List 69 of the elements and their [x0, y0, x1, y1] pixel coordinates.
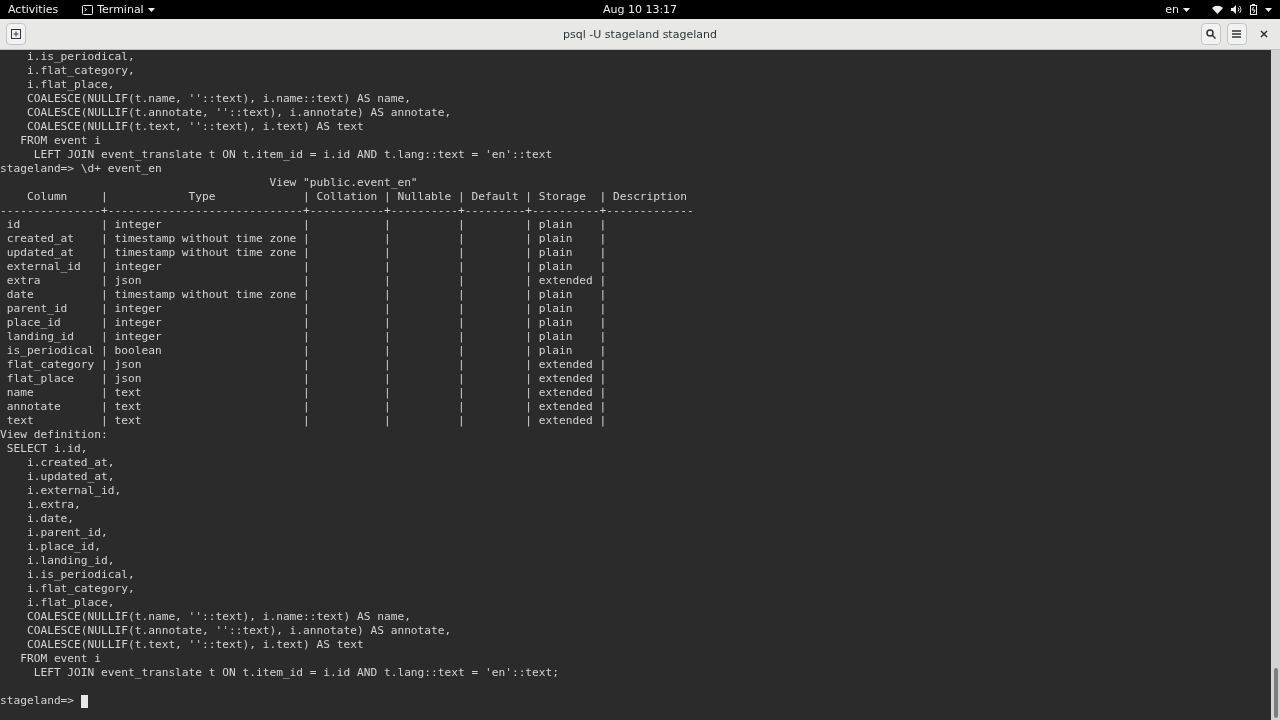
terminal-line: View "public.event_en"	[268, 176, 418, 190]
terminal-app-menu[interactable]: Terminal	[82, 3, 155, 16]
terminal-line: i.is_periodical,	[25, 568, 135, 582]
terminal-line: SELECT i.id,	[5, 442, 88, 456]
terminal-line: i.external_id,	[25, 484, 122, 498]
terminal-line: id | integer | | | | plain |	[5, 218, 607, 232]
terminal-line: flat_place | json | | | | extended |	[5, 372, 607, 386]
terminal-line: i.flat_category,	[25, 64, 135, 78]
wifi-icon	[1212, 5, 1223, 14]
terminal-line: i.place_id,	[25, 540, 102, 554]
terminal-line: i.extra,	[25, 498, 81, 512]
shell-prompt: stageland=>	[0, 694, 75, 708]
menu-button[interactable]	[1226, 23, 1247, 45]
app-menu-label: Terminal	[97, 3, 144, 16]
terminal-line: flat_category | json | | | | extended |	[5, 358, 607, 372]
terminal-line: FROM event i	[19, 652, 102, 666]
terminal-line: LEFT JOIN event_translate t ON t.item_id = i.id AND t.lang::text = 'en'::text;	[32, 666, 560, 680]
terminal-line: landing_id | integer | | | | plain |	[5, 330, 607, 344]
terminal-line: FROM event i	[19, 134, 102, 148]
terminal-line: date | timestamp without time zone | | | | plain |	[5, 288, 607, 302]
terminal-line: i.flat_place,	[25, 596, 115, 610]
volume-icon	[1231, 5, 1242, 14]
terminal-line: COALESCE(NULLIF(t.text, ''::text), i.text) AS text	[25, 638, 364, 652]
terminal-line: View definition:	[0, 428, 108, 442]
terminal-line: COALESCE(NULLIF(t.name, ''::text), i.name::text) AS name,	[25, 92, 411, 106]
terminal-line: i.is_periodical,	[25, 50, 135, 64]
terminal-line: COALESCE(NULLIF(t.name, ''::text), i.name::text) AS name,	[25, 610, 411, 624]
new-tab-button[interactable]	[6, 23, 26, 45]
terminal-line: COALESCE(NULLIF(t.annotate, ''::text), i.annotate) AS annotate,	[25, 624, 452, 638]
caret-icon	[1265, 7, 1272, 12]
terminal-line: name | text | | | | extended |	[5, 386, 607, 400]
terminal-line: external_id | integer | | | | plain |	[5, 260, 607, 274]
scrollbar[interactable]	[1271, 50, 1280, 720]
terminal-line: COALESCE(NULLIF(t.annotate, ''::text), i.annotate) AS annotate,	[25, 106, 452, 120]
terminal-line: i.parent_id,	[25, 526, 108, 540]
terminal-line: created_at | timestamp without time zone | | | | plain |	[5, 232, 607, 246]
text-cursor	[81, 694, 89, 708]
terminal-icon	[82, 4, 94, 15]
terminal-line: updated_at | timestamp without time zone | | | | plain |	[5, 246, 607, 260]
terminal-line: COALESCE(NULLIF(t.text, ''::text), i.text) AS text	[25, 120, 364, 134]
scrollbar-thumb[interactable]	[1273, 668, 1278, 718]
terminal-line: annotate | text | | | | extended |	[5, 400, 607, 414]
search-icon	[1205, 29, 1216, 39]
terminal-line: text | text | | | | extended |	[5, 414, 607, 428]
terminal-line: stageland=> \d+ event_en	[0, 162, 162, 176]
terminal-line: parent_id | integer | | | | plain |	[5, 302, 607, 316]
clock[interactable]: Aug 10 13:17	[602, 3, 678, 16]
terminal-line: extra | json | | | | extended |	[5, 274, 607, 288]
terminal-line: i.created_at,	[25, 456, 115, 470]
new-tab-icon	[10, 29, 21, 39]
terminal-line: place_id | integer | | | | plain |	[5, 316, 607, 330]
language-indicator[interactable]: en	[1165, 3, 1190, 16]
terminal-line: is_periodical | boolean | | | | plain |	[5, 344, 607, 358]
terminal-line: ---------------+-----------------------------+-----------+----------+---------+----------+-------------	[0, 204, 694, 218]
caret-icon	[1183, 7, 1190, 12]
window-title: psql -U stageland stageland	[563, 27, 717, 41]
activities-button[interactable]: Activities	[8, 3, 59, 16]
caret-icon	[147, 7, 155, 12]
terminal-line: i.flat_place,	[25, 78, 115, 92]
terminal-line: Column | Type | Collation | Nullable | Default | Storage | Description	[25, 190, 687, 204]
terminal-line: i.updated_at,	[25, 470, 115, 484]
search-button[interactable]	[1200, 23, 1221, 45]
terminal-line: i.date,	[25, 512, 75, 526]
close-icon	[1260, 30, 1269, 38]
menu-icon	[1232, 30, 1242, 38]
terminal-line: i.landing_id,	[25, 554, 115, 568]
terminal-line: i.flat_category,	[25, 582, 135, 596]
battery-icon	[1250, 4, 1257, 15]
terminal-line: LEFT JOIN event_translate t ON t.item_id = i.id AND t.lang::text = 'en'::text	[32, 148, 553, 162]
